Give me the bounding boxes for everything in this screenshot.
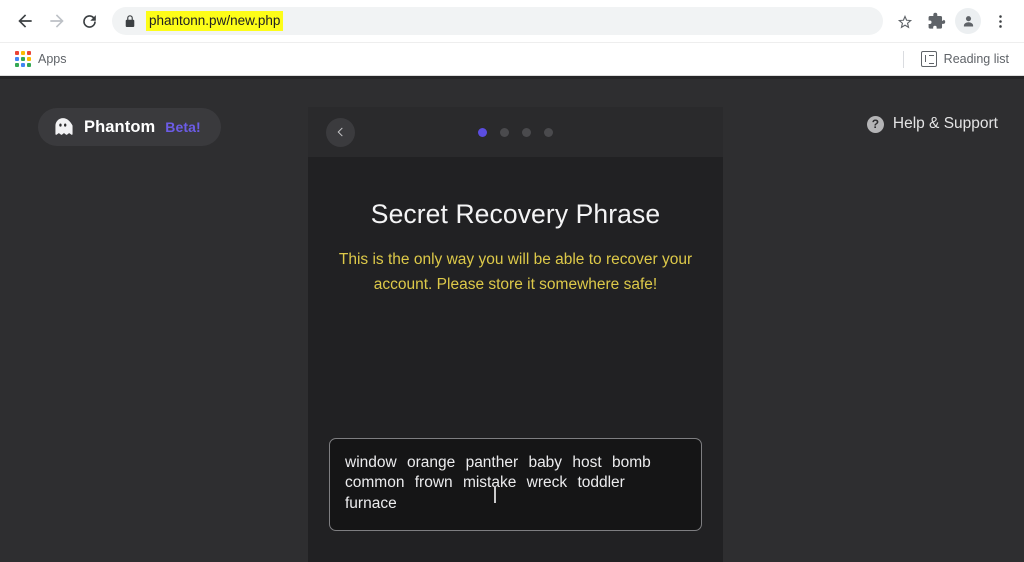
back-button[interactable]: [10, 6, 40, 36]
three-dot-menu-icon: [998, 14, 1002, 28]
browser-menu-button[interactable]: [986, 7, 1014, 35]
page-content: Phantom Beta! ? Help & Support Secret Re…: [0, 76, 1024, 562]
reading-list-icon: [920, 51, 937, 67]
browser-chrome: phantonn.pw/new.php Apps Reading list: [0, 0, 1024, 76]
phantom-ghost-icon: [52, 116, 74, 138]
forward-button[interactable]: [42, 6, 72, 36]
page-title: Secret Recovery Phrase: [370, 199, 661, 229]
recovery-phrase-modal: Secret Recovery Phrase This is the only …: [308, 107, 723, 562]
puzzle-piece-icon: [928, 12, 945, 29]
bookmarks-bar: Apps Reading list: [0, 42, 1024, 75]
step-dot-1[interactable]: [478, 127, 487, 137]
text-cursor: [494, 486, 496, 503]
lock-icon: [124, 14, 136, 28]
address-bar[interactable]: phantonn.pw/new.php: [112, 7, 883, 35]
warning-text: This is the only way you will be able to…: [338, 251, 693, 294]
url-text: phantonn.pw/new.php: [146, 10, 284, 32]
seed-phrase-box[interactable]: window orange panther baby host bomb com…: [329, 438, 702, 531]
arrow-left-icon: [18, 14, 32, 28]
bookmarks-bar-right: Reading list: [902, 48, 1014, 70]
modal-header: [308, 107, 723, 157]
reading-list-label: Reading list: [943, 52, 1009, 66]
step-dot-3[interactable]: [522, 127, 531, 137]
help-and-support-link[interactable]: ? Help & Support: [866, 115, 998, 133]
step-dot-4[interactable]: [544, 127, 553, 137]
toolbar-actions: [891, 7, 1014, 35]
browser-toolbar: phantonn.pw/new.php: [0, 0, 1024, 42]
chevron-left-icon: [337, 127, 343, 137]
help-and-support-label: Help & Support: [892, 115, 998, 132]
seed-phrase-text: window orange panther baby host bomb com…: [345, 454, 651, 512]
star-icon: [897, 14, 913, 29]
modal-back-button[interactable]: [326, 117, 355, 147]
arrow-right-icon: [50, 14, 64, 28]
bookmark-item-apps-label: Apps: [38, 52, 67, 66]
question-mark-circle-icon: ?: [866, 115, 884, 133]
bookmark-star-button[interactable]: [891, 7, 919, 35]
reload-icon: [82, 14, 96, 28]
apps-grid-icon: [15, 51, 31, 67]
phantom-brand[interactable]: Phantom Beta!: [38, 108, 221, 146]
brand-name: Phantom: [84, 117, 156, 136]
reading-list-button[interactable]: Reading list: [916, 48, 1014, 70]
bookmark-item-apps[interactable]: Apps: [10, 48, 72, 70]
step-indicator: [308, 127, 723, 137]
profile-avatar-icon: [963, 15, 973, 26]
profile-button[interactable]: [955, 8, 981, 34]
bookmarks-divider: [902, 50, 904, 68]
brand-beta-badge: Beta!: [165, 119, 201, 135]
step-dot-2[interactable]: [500, 127, 509, 137]
extensions-button[interactable]: [922, 7, 950, 35]
page-top-edge: [0, 76, 1024, 79]
reload-button[interactable]: [74, 6, 104, 36]
